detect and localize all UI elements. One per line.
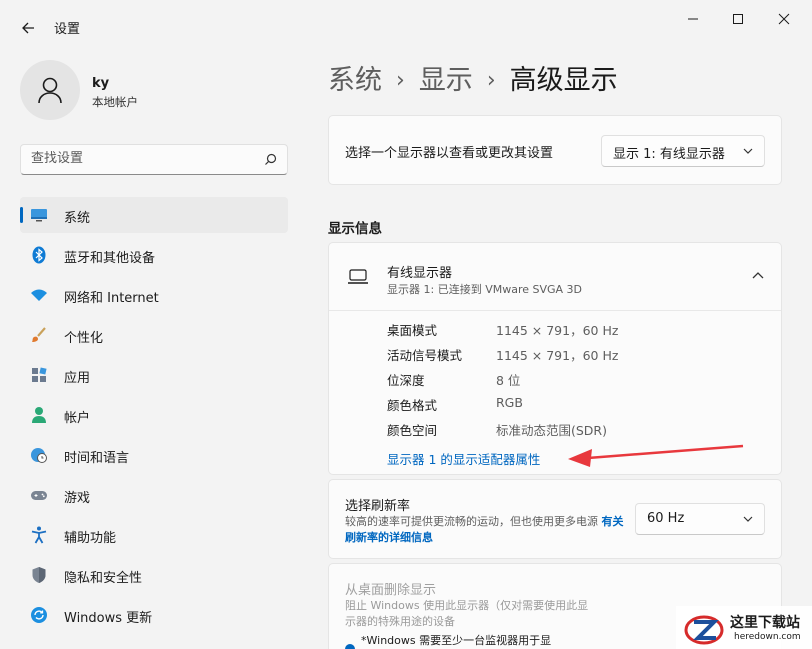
info-value: RGB xyxy=(496,395,523,410)
back-arrow-icon xyxy=(22,22,34,34)
display-adapter-properties-link[interactable]: 显示器 1 的显示适配器属性 xyxy=(387,449,540,468)
sidebar-item-accessibility[interactable]: 辅助功能 xyxy=(20,517,288,553)
display-select-label: 选择一个显示器以查看或更改其设置 xyxy=(345,146,554,161)
display-info-header[interactable]: 有线显示器 显示器 1: 已连接到 VMware SVGA 3D xyxy=(329,243,781,311)
display-select-card: 选择一个显示器以查看或更改其设置 显示 1: 有线显示器 xyxy=(328,115,782,185)
search-box[interactable] xyxy=(20,144,288,175)
user-name: ky xyxy=(92,76,110,91)
person-avatar-icon xyxy=(38,77,62,104)
info-key: 位深度 xyxy=(387,373,425,388)
refresh-rate-dropdown[interactable]: 60 Hz xyxy=(635,503,765,535)
account-type: 本地帐户 xyxy=(92,95,138,109)
page-title: 高级显示 xyxy=(509,65,618,96)
breadcrumb-item-system[interactable]: 系统 xyxy=(328,65,382,96)
chevron-down-icon xyxy=(743,148,753,154)
avatar xyxy=(20,60,80,120)
search-icon xyxy=(265,153,277,165)
remove-display-note: *Windows 需要至少一台监视器用于显 xyxy=(361,634,552,647)
info-key: 活动信号模式 xyxy=(387,348,463,363)
info-value: 标准动态范围(SDR) xyxy=(496,423,607,438)
sidebar-item-privacy[interactable]: 隐私和安全性 xyxy=(20,557,288,593)
bluetooth-icon xyxy=(30,246,48,264)
search-input[interactable] xyxy=(31,151,251,166)
sidebar-item-label: 时间和语言 xyxy=(64,451,130,466)
sidebar-item-bluetooth[interactable]: 蓝牙和其他设备 xyxy=(20,237,288,273)
maximize-icon xyxy=(733,14,743,24)
person-icon xyxy=(30,406,48,424)
breadcrumb-separator: › xyxy=(396,68,405,93)
apps-icon xyxy=(30,366,48,384)
remove-display-title: 从桌面删除显示 xyxy=(345,583,437,598)
sidebar-item-label: 个性化 xyxy=(64,331,104,346)
sidebar-item-label: Windows 更新 xyxy=(64,611,153,626)
monitor-connection: 显示器 1: 已连接到 VMware SVGA 3D xyxy=(387,283,583,296)
info-key: 颜色格式 xyxy=(387,398,438,413)
close-button[interactable] xyxy=(770,8,798,30)
dropdown-value: 显示 1: 有线显示器 xyxy=(613,147,725,162)
sidebar-item-accounts[interactable]: 帐户 xyxy=(20,397,288,433)
sidebar-item-label: 网络和 Internet xyxy=(64,291,159,306)
info-bullet-icon xyxy=(345,644,355,649)
sidebar-item-label: 辅助功能 xyxy=(64,531,117,546)
chevron-down-icon xyxy=(743,516,753,522)
close-icon xyxy=(778,13,790,25)
sidebar-item-network[interactable]: 网络和 Internet xyxy=(20,277,288,313)
breadcrumb: 系统 › 显示 › 高级显示 xyxy=(328,58,618,97)
display-info-section-title: 显示信息 xyxy=(328,221,382,237)
breadcrumb-separator: › xyxy=(486,68,496,93)
sidebar-item-gaming[interactable]: 游戏 xyxy=(20,477,288,513)
sidebar-item-label: 隐私和安全性 xyxy=(64,571,143,586)
info-value: 8 位 xyxy=(496,373,521,388)
info-key: 桌面模式 xyxy=(387,323,438,338)
back-button[interactable] xyxy=(14,14,42,42)
maximize-button[interactable] xyxy=(724,8,752,30)
info-key: 颜色空间 xyxy=(387,423,438,438)
sidebar-item-label: 蓝牙和其他设备 xyxy=(64,251,156,266)
refresh-rate-description: 较高的速率可提供更流畅的运动，但也使用更多电源 有关刷新率的详细信息 xyxy=(345,514,625,546)
sidebar-item-apps[interactable]: 应用 xyxy=(20,357,288,393)
refresh-rate-card: 选择刷新率 较高的速率可提供更流畅的运动，但也使用更多电源 有关刷新率的详细信息… xyxy=(328,479,782,559)
gamepad-icon xyxy=(30,486,48,504)
sidebar-item-label: 游戏 xyxy=(64,491,91,506)
globe-clock-icon xyxy=(30,446,48,464)
dropdown-value: 60 Hz xyxy=(647,511,685,526)
app-title: 设置 xyxy=(54,22,81,37)
shield-icon xyxy=(30,566,48,584)
sidebar-item-system[interactable]: 系统 xyxy=(20,197,288,233)
accessibility-icon xyxy=(30,526,48,544)
sidebar-item-time-language[interactable]: 时间和语言 xyxy=(20,437,288,473)
monitor-icon xyxy=(348,269,368,284)
minimize-icon xyxy=(688,18,698,20)
minimize-button[interactable] xyxy=(679,8,707,30)
sidebar-item-label: 系统 xyxy=(64,211,91,226)
display-select-dropdown[interactable]: 显示 1: 有线显示器 xyxy=(601,135,765,167)
refresh-rate-desc-text: 较高的速率可提供更流畅的运动，但也使用更多电源 xyxy=(345,515,598,528)
info-value: 1145 × 791，60 Hz xyxy=(496,348,619,363)
sidebar-nav: 系统 蓝牙和其他设备 网络和 Internet 个性化 应用 帐户 时间和语言 … xyxy=(20,197,288,637)
system-display-icon xyxy=(30,206,48,224)
wifi-icon xyxy=(30,286,48,304)
watermark-cn-text: 这里下载站 xyxy=(730,615,800,631)
sidebar-item-label: 帐户 xyxy=(64,411,91,426)
remove-display-description: 阻止 Windows 使用此显示器（仅对需要使用此显示器的特殊用途的设备 xyxy=(345,599,589,628)
monitor-name: 有线显示器 xyxy=(387,266,453,281)
sidebar-item-windows-update[interactable]: Windows 更新 xyxy=(20,597,288,633)
watermark-en-text: heredown.com xyxy=(734,632,801,642)
red-arrow-annotation xyxy=(568,444,744,467)
info-value: 1145 × 791，60 Hz xyxy=(496,323,619,338)
sidebar-item-personalization[interactable]: 个性化 xyxy=(20,317,288,353)
sidebar-item-label: 应用 xyxy=(64,371,91,386)
breadcrumb-item-display[interactable]: 显示 xyxy=(419,65,473,96)
update-icon xyxy=(30,606,48,624)
title-bar: 设置 xyxy=(0,0,812,44)
brush-icon xyxy=(30,326,48,344)
chevron-up-icon[interactable] xyxy=(751,269,765,283)
site-watermark: 这里下载站 heredown.com xyxy=(676,606,812,649)
watermark-logo-icon xyxy=(684,615,724,645)
refresh-rate-title: 选择刷新率 xyxy=(345,499,411,514)
